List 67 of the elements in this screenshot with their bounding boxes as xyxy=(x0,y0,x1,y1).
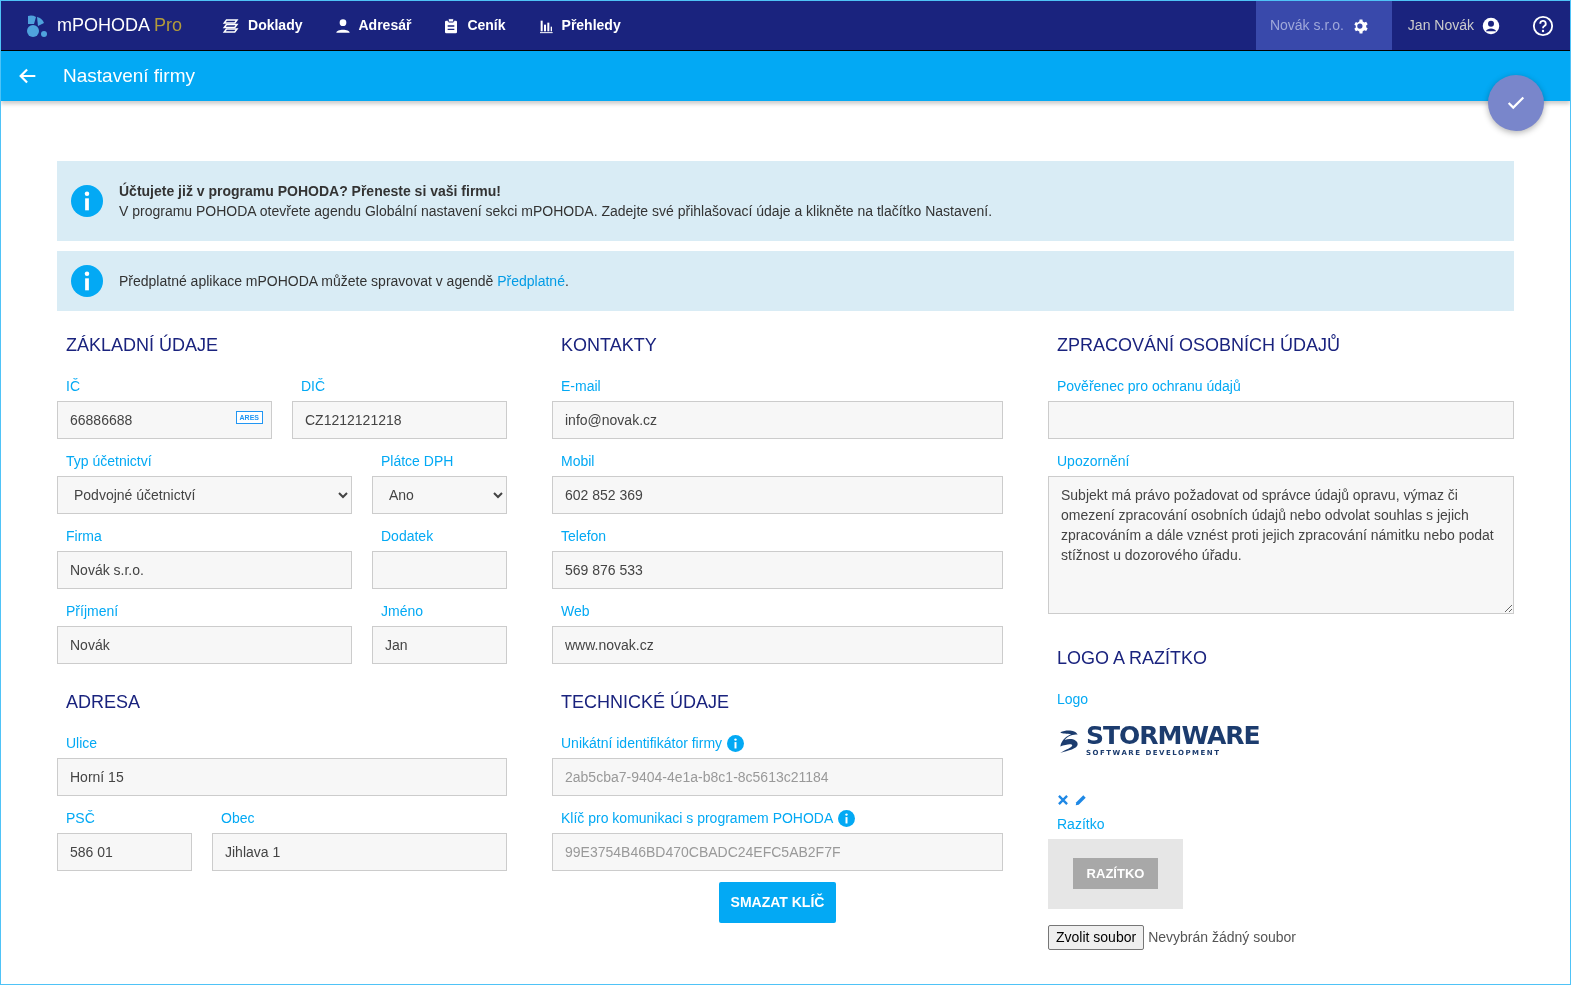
logo-wordmark: STORMWARE xyxy=(1086,724,1260,748)
app-brand: mPOHODA Pro xyxy=(57,14,183,37)
save-button[interactable] xyxy=(1488,75,1544,131)
field-label: Pověřenec pro ochranu údajů xyxy=(1057,377,1241,395)
stacked-layers-icon xyxy=(222,16,241,35)
input-field[interactable]: Novák s.r.o. xyxy=(57,551,352,589)
input-field[interactable]: Jan xyxy=(372,626,507,664)
input-field[interactable]: 602 852 369 xyxy=(552,476,1003,514)
section-title: LOGO A RAZÍTKO xyxy=(1056,647,1209,670)
field-label: Ulice xyxy=(66,734,98,752)
input-field[interactable]: www.novak.cz xyxy=(552,626,1003,664)
pencil-icon[interactable] xyxy=(1074,792,1088,807)
field-label: Klíč pro komunikaci s programem POHODA xyxy=(561,809,834,827)
info-icon xyxy=(71,265,103,297)
input-field[interactable]: 586 01 xyxy=(57,833,192,871)
input-field[interactable]: Horní 15 xyxy=(57,758,507,796)
file-status: Nevybrán žádný soubor xyxy=(1148,927,1297,947)
close-icon[interactable] xyxy=(1056,792,1070,807)
field-label: Web xyxy=(561,602,590,620)
field-label: Mobil xyxy=(561,452,595,470)
field-label: Dodatek xyxy=(381,527,434,545)
field-label: Unikátní identifikátor firmy xyxy=(561,734,723,752)
field-label: Razítko xyxy=(1057,814,1105,833)
input-field[interactable] xyxy=(1048,401,1514,439)
field-label: Upozornění xyxy=(1057,452,1130,470)
section-title: TECHNICKÉ ÚDAJE xyxy=(560,690,731,714)
input-field[interactable]: CZ1212121218 xyxy=(292,401,507,439)
field-label: Typ účetnictví xyxy=(66,452,152,470)
nav-link[interactable]: Přehledy xyxy=(521,1,637,50)
field-label: Firma xyxy=(66,527,102,545)
section-title: ZPRACOVÁNÍ OSOBNÍCH ÚDAJŮ xyxy=(1056,333,1342,357)
info-text: V programu POHODA otevřete agendu Globální nastavení sekci mPOHODA. Zadejte své přihlašovací údaje a klikněte na tlačítko Nastavení. xyxy=(119,202,993,221)
user-circle-icon xyxy=(1482,16,1500,35)
help-icon xyxy=(1532,14,1554,37)
field-label: Obec xyxy=(221,809,255,827)
input-field[interactable] xyxy=(372,551,507,589)
section-title: ADRESA xyxy=(65,691,142,714)
field-label: Příjmení xyxy=(66,602,119,620)
nav-link[interactable]: Ceník xyxy=(427,1,522,50)
field-label: Jméno xyxy=(381,602,424,620)
info-icon xyxy=(71,185,103,217)
info-heading: Účtujete již v programu POHODA? Přeneste si vaši firmu! xyxy=(119,181,502,201)
field-label: Telefon xyxy=(561,527,607,545)
clipboard-icon xyxy=(443,16,460,35)
input-field[interactable]: Jihlava 1 xyxy=(212,833,507,871)
field-label: Plátce DPH xyxy=(381,452,454,470)
user-menu-button[interactable]: Jan Novák xyxy=(1391,1,1516,50)
field-label: IČ xyxy=(66,377,80,395)
input-field[interactable]: info@novak.cz xyxy=(552,401,1003,439)
person-icon xyxy=(334,17,351,34)
info-text: Předplatné aplikace mPOHODA můžete spravovat v agendě Předplatné. xyxy=(119,272,569,291)
dropdown[interactable]: Ano xyxy=(372,476,507,514)
input-field[interactable]: 569 876 533 xyxy=(552,551,1003,589)
field-label: DIČ xyxy=(301,377,326,395)
nav-link[interactable]: Doklady xyxy=(206,1,319,50)
choose-file-button[interactable]: Zvolit soubor xyxy=(1048,924,1145,950)
field-label: Logo xyxy=(1057,690,1089,708)
section-title: KONTAKTY xyxy=(560,334,658,357)
section-title: ZÁKLADNÍ ÚDAJE xyxy=(65,333,220,357)
field-label: E-mail xyxy=(561,377,601,395)
nav-link[interactable]: Adresář xyxy=(318,1,428,50)
stamp-label: RAZÍTKO xyxy=(1072,857,1159,890)
text-area[interactable]: Subjekt má právo požadovat od správce údajů opravu, výmaz či omezení zpracování osobních údajů nebo odvolat souhlas s jejich zpracováním a dále vznést proti jejich zpracování námitku nebo podat stížnost u dozorového úřadu. xyxy=(1048,476,1514,614)
field-label: PSČ xyxy=(66,809,95,827)
input-field[interactable]: Novák xyxy=(57,626,352,664)
dropdown[interactable]: Podvojné účetnictví xyxy=(57,476,352,514)
page-title: Nastavení firmy xyxy=(63,63,195,88)
